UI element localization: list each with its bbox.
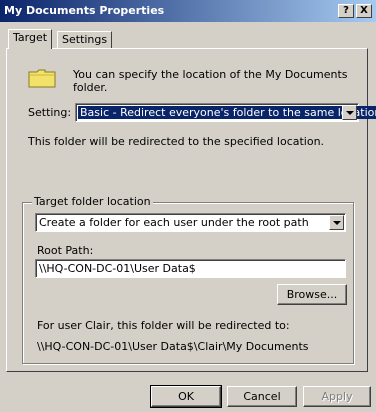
root-path-label: Root Path: [37,244,94,257]
title-bar: My Documents Properties ? X [0,0,376,22]
redirect-note: This folder will be redirected to the sp… [28,135,325,148]
setting-label: Setting: [28,106,72,119]
target-option-dropdown[interactable]: Create a folder for each user under the … [35,213,346,232]
intro-text: You can specify the location of the My D… [73,68,348,94]
tab-settings[interactable]: Settings [57,31,113,49]
window-title: My Documents Properties [4,4,165,17]
setting-dropdown-value: Basic - Redirect everyone's folder to th… [78,106,376,119]
target-option-value: Create a folder for each user under the … [39,216,309,229]
apply-button[interactable]: Apply [303,386,371,407]
apply-button-label: Apply [321,390,353,403]
tab-settings-label: Settings [62,33,108,46]
target-folder-legend: Target folder location [32,195,153,208]
chevron-down-icon[interactable] [342,105,357,120]
example-path: \\HQ-CON-DC-01\User Data$\Clair\My Docum… [37,340,309,353]
folder-icon [28,69,56,88]
tab-target-label: Target [13,31,48,44]
ok-button-label: OK [178,390,194,403]
root-path-input[interactable]: \\HQ-CON-DC-01\User Data$ [35,259,346,278]
tab-target[interactable]: Target [8,29,53,49]
example-caption: For user Clair, this folder will be redi… [37,319,290,332]
root-path-value: \\HQ-CON-DC-01\User Data$ [39,262,196,275]
browse-button-label: Browse... [286,288,338,301]
close-button[interactable]: X [356,4,372,18]
cancel-button[interactable]: Cancel [227,386,297,407]
chevron-down-icon[interactable] [329,215,344,230]
setting-dropdown[interactable]: Basic - Redirect everyone's folder to th… [75,103,376,122]
ok-button[interactable]: OK [150,385,222,408]
help-button[interactable]: ? [338,4,354,18]
browse-button[interactable]: Browse... [277,284,347,305]
cancel-button-label: Cancel [243,390,281,403]
